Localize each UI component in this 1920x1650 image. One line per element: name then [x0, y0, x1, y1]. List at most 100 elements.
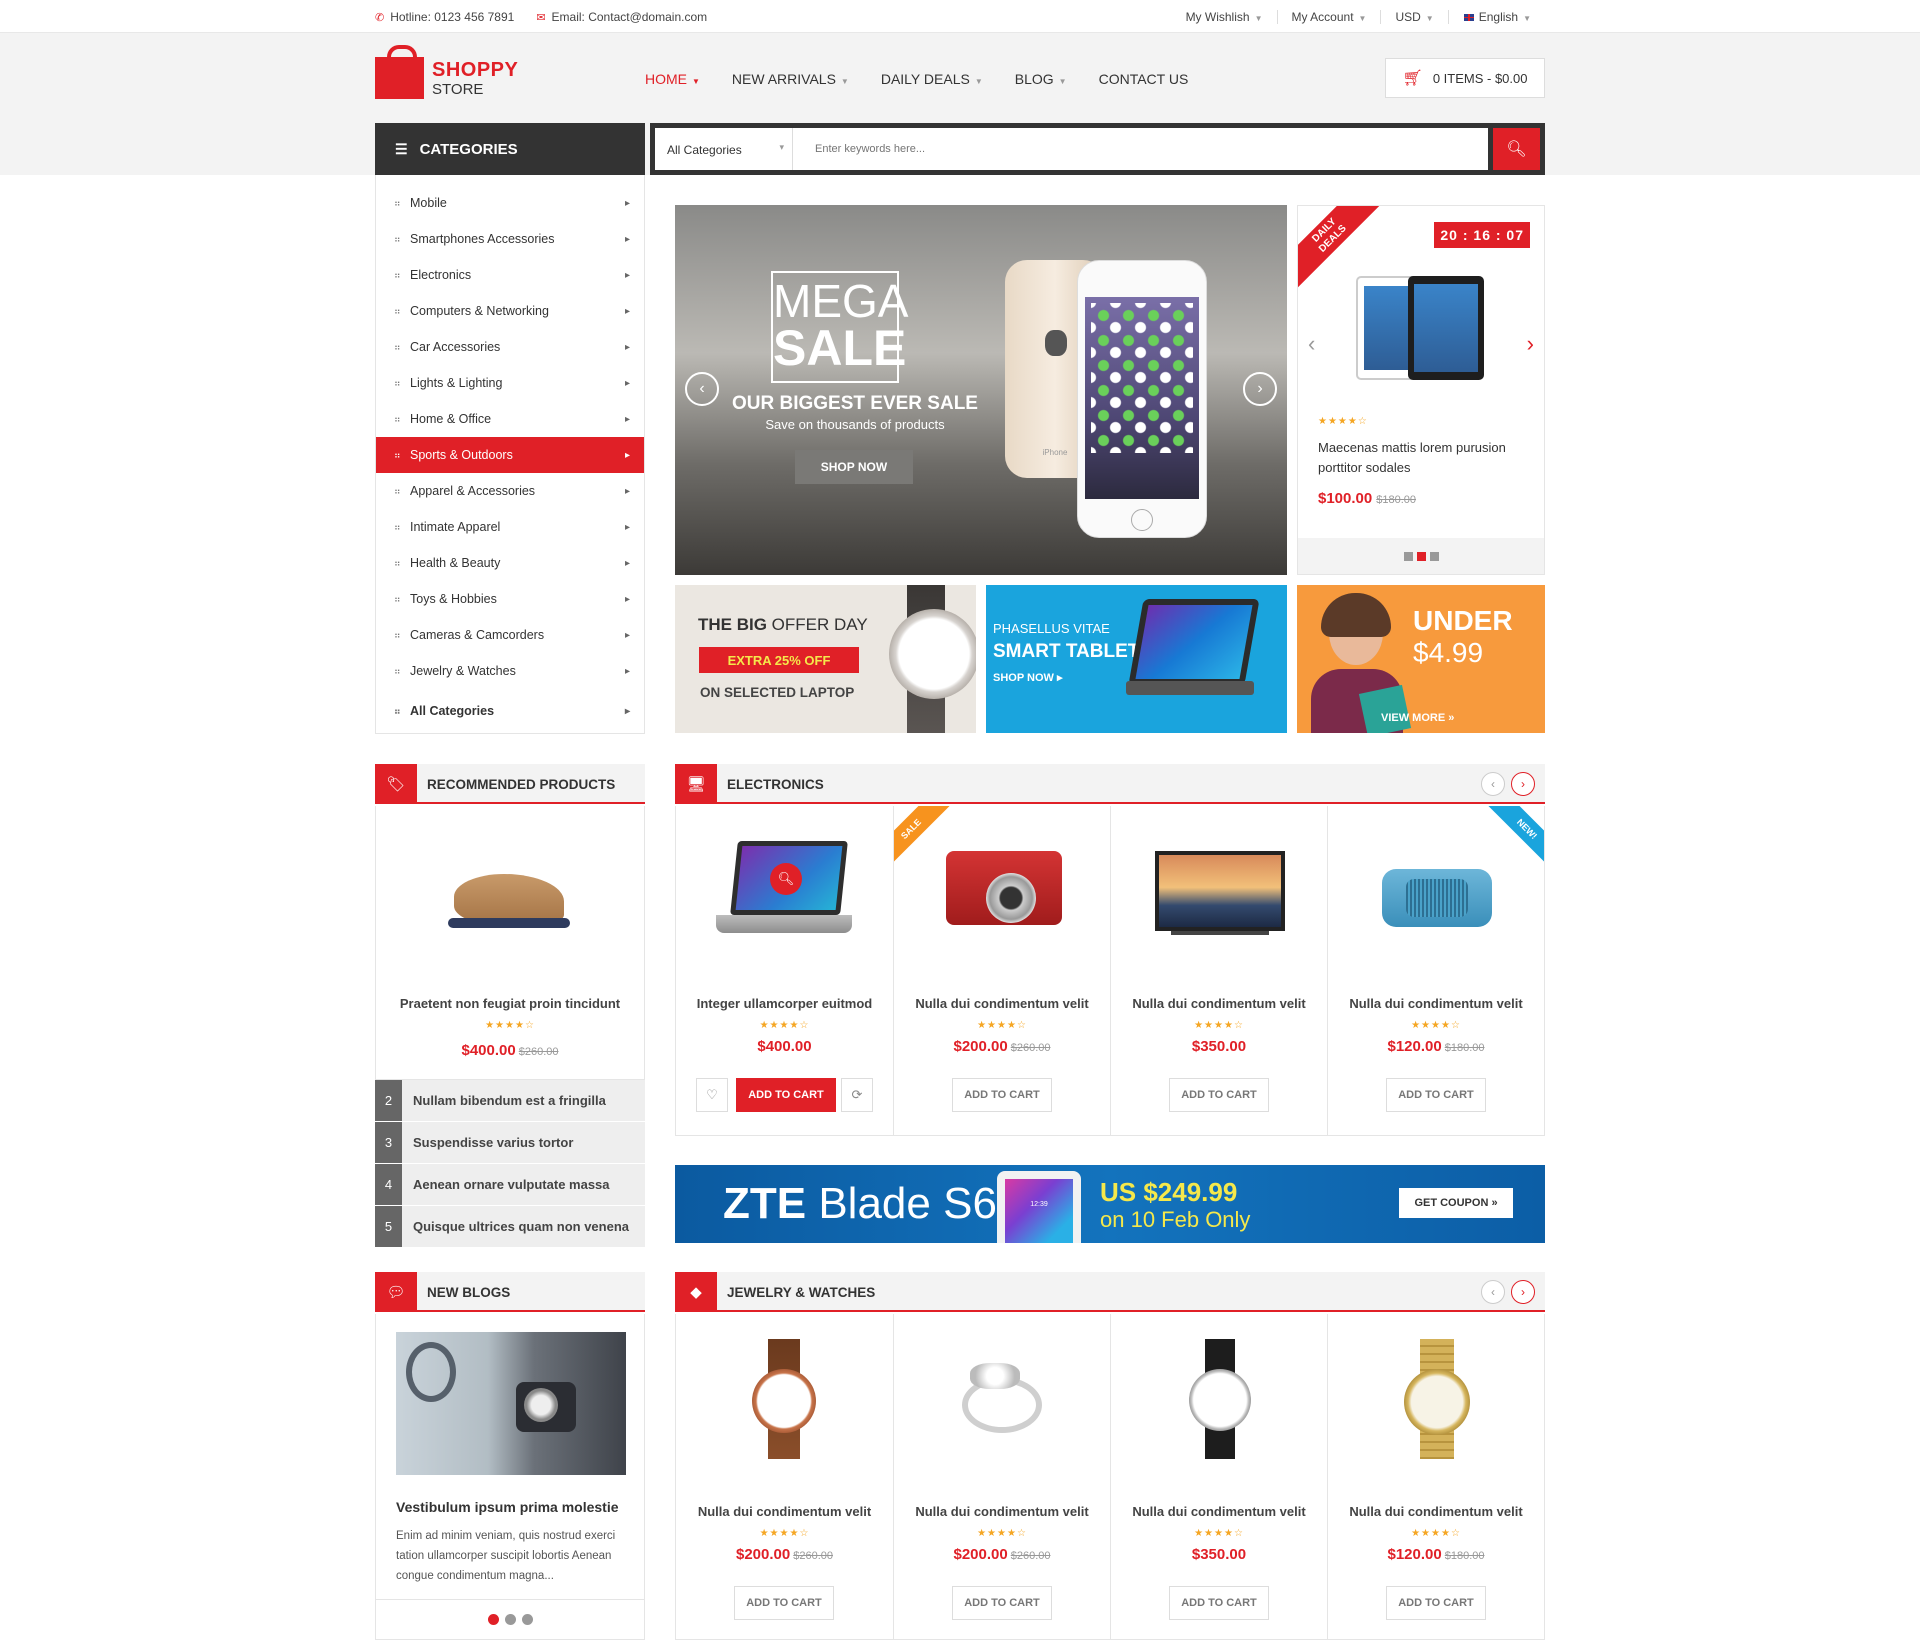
- email-contact[interactable]: ✉ Email: Contact@domain.com: [536, 10, 707, 24]
- rating-stars: ★★★★☆: [1318, 416, 1368, 427]
- account-dropdown[interactable]: My Account ▼: [1276, 10, 1381, 24]
- add-to-cart-button[interactable]: ADD TO CART: [1386, 1078, 1486, 1112]
- add-to-cart-button[interactable]: ADD TO CART: [1386, 1586, 1486, 1620]
- category-item-apparel-accessories[interactable]: Apparel & Accessories: [376, 473, 644, 509]
- categories-toggle[interactable]: ☰ CATEGORIES: [375, 123, 645, 182]
- deal-prev-button[interactable]: ‹: [1308, 331, 1315, 357]
- list-item[interactable]: 5 Quisque ultrices quam non venena: [375, 1206, 645, 1247]
- camera-image[interactable]: [934, 831, 1071, 951]
- search-button[interactable]: 🔍︎: [1493, 128, 1540, 170]
- electronics-prev-button[interactable]: ‹: [1481, 772, 1505, 796]
- product-name[interactable]: Praetent non feugiat proin tincidunt: [376, 996, 644, 1011]
- jewelry-next-button[interactable]: ›: [1511, 1280, 1535, 1304]
- list-item[interactable]: 4 Aenean ornare vulputate massa: [375, 1164, 645, 1205]
- product-price: $400.00: [757, 1038, 812, 1055]
- slider-next-button[interactable]: ›: [1243, 372, 1277, 406]
- category-item-electronics[interactable]: Electronics: [376, 257, 644, 293]
- list-item[interactable]: 2 Nullam bibendum est a fringilla: [375, 1080, 645, 1121]
- blog-post: Vestibulum ipsum prima molestie Enim ad …: [375, 1314, 645, 1640]
- laptop-image[interactable]: 🔍︎: [716, 831, 853, 951]
- tv-image[interactable]: [1151, 831, 1288, 951]
- watch-image[interactable]: [1368, 1339, 1505, 1459]
- blog-image[interactable]: [396, 1332, 626, 1475]
- product-name[interactable]: Nulla dui condimentum velit: [1111, 996, 1327, 1011]
- pager-dot-active[interactable]: [487, 1614, 499, 1625]
- product-name[interactable]: Nulla dui condimentum velit: [894, 1504, 1110, 1519]
- category-item-home-office[interactable]: Home & Office: [376, 401, 644, 437]
- category-item-smartphones-accessories[interactable]: Smartphones Accessories: [376, 221, 644, 257]
- category-item-computers-networking[interactable]: Computers & Networking: [376, 293, 644, 329]
- wishlist-button[interactable]: ♡: [696, 1078, 728, 1112]
- currency-dropdown[interactable]: USD ▼: [1380, 10, 1447, 24]
- view-more-link[interactable]: VIEW MORE »: [1381, 712, 1454, 724]
- product-card: Nulla dui condimentum velit ★★★★☆ $350.0…: [1110, 806, 1327, 1135]
- ring-image[interactable]: [934, 1339, 1071, 1459]
- product-name[interactable]: Nulla dui condimentum velit: [1328, 996, 1544, 1011]
- deal-next-button[interactable]: ›: [1527, 331, 1534, 357]
- pager-dot[interactable]: [521, 1614, 533, 1625]
- electronics-next-button[interactable]: ›: [1511, 772, 1535, 796]
- nav-home[interactable]: HOME ▼: [645, 71, 700, 87]
- compare-button[interactable]: ⟳: [841, 1078, 873, 1112]
- deal-product-name[interactable]: Maecenas mattis lorem purusion porttitor…: [1318, 438, 1528, 478]
- category-item-cameras-camcorders[interactable]: Cameras & Camcorders: [376, 617, 644, 653]
- category-item-health-beauty[interactable]: Health & Beauty: [376, 545, 644, 581]
- category-item-toys-hobbies[interactable]: Toys & Hobbies: [376, 581, 644, 617]
- product-name[interactable]: Nulla dui condimentum velit: [1328, 1504, 1544, 1519]
- rating-stars: ★★★★☆: [759, 1020, 810, 1031]
- category-item-jewelry-watches[interactable]: Jewelry & Watches: [376, 653, 644, 689]
- pager-dot[interactable]: [1429, 551, 1439, 561]
- add-to-cart-button[interactable]: ADD TO CART: [1169, 1078, 1269, 1112]
- pager-dot-active[interactable]: [1416, 551, 1426, 561]
- nav-contact-us[interactable]: CONTACT US: [1099, 71, 1189, 87]
- shop-now-button[interactable]: SHOP NOW: [795, 450, 913, 484]
- zte-promo-banner[interactable]: ZTE Blade S6 12:39 US $249.99 on 10 Feb …: [675, 1165, 1545, 1243]
- banner-smart-tablet[interactable]: PHASELLUS VITAE SMART TABLET SHOP NOW ▸: [986, 585, 1287, 733]
- product-name[interactable]: Nulla dui condimentum velit: [1111, 1504, 1327, 1519]
- tag-icon: 🏷︎: [375, 764, 417, 804]
- category-item-mobile[interactable]: Mobile: [376, 185, 644, 221]
- pager-dot[interactable]: [1403, 551, 1413, 561]
- shoe-image[interactable]: [444, 846, 570, 936]
- category-item-all[interactable]: All Categories: [376, 693, 644, 729]
- product-name[interactable]: Nulla dui condimentum velit: [676, 1504, 893, 1519]
- add-to-cart-button[interactable]: ADD TO CART: [952, 1078, 1052, 1112]
- watch-image[interactable]: [1151, 1339, 1288, 1459]
- product-name[interactable]: Integer ullamcorper euitmod: [676, 996, 893, 1011]
- refresh-icon: ⟳: [851, 1087, 863, 1102]
- category-item-sports-outdoors[interactable]: Sports & Outdoors: [376, 437, 644, 473]
- banner-under-price[interactable]: UNDER $4.99 VIEW MORE »: [1297, 585, 1545, 733]
- list-item[interactable]: 3 Suspendisse varius tortor: [375, 1122, 645, 1163]
- watch-image[interactable]: [716, 1339, 853, 1459]
- speaker-image[interactable]: [1368, 831, 1505, 951]
- quick-view-search-icon[interactable]: 🔍︎: [770, 863, 802, 895]
- cart-button[interactable]: 🛒︎ 0 ITEMS - $0.00: [1385, 58, 1545, 98]
- search-input[interactable]: [793, 128, 1488, 170]
- product-name[interactable]: Nulla dui condimentum velit: [894, 996, 1110, 1011]
- category-item-intimate-apparel[interactable]: Intimate Apparel: [376, 509, 644, 545]
- jewelry-prev-button[interactable]: ‹: [1481, 1280, 1505, 1304]
- blog-title[interactable]: Vestibulum ipsum prima molestie: [396, 1499, 619, 1515]
- nav-new-arrivals[interactable]: NEW ARRIVALS ▼: [732, 71, 849, 87]
- shop-now-link[interactable]: SHOP NOW ▸: [993, 671, 1063, 684]
- monitor-icon: 🖥︎: [675, 764, 717, 804]
- wishlist-dropdown[interactable]: My Wishlish ▼: [1172, 10, 1277, 24]
- recommended-header: 🏷︎ RECOMMENDED PRODUCTS: [375, 764, 645, 804]
- banner-big-offer-day[interactable]: THE BIG OFFER DAY EXTRA 25% OFF ON SELEC…: [675, 585, 976, 733]
- slider-prev-button[interactable]: ‹: [685, 372, 719, 406]
- get-coupon-button[interactable]: GET COUPON »: [1399, 1188, 1513, 1218]
- chat-icon: 💬︎: [375, 1272, 417, 1312]
- nav-daily-deals[interactable]: DAILY DEALS ▼: [881, 71, 983, 87]
- add-to-cart-button[interactable]: ADD TO CART: [736, 1078, 836, 1112]
- pager-dot[interactable]: [504, 1614, 516, 1625]
- add-to-cart-button[interactable]: ADD TO CART: [734, 1586, 834, 1620]
- category-item-lights-lighting[interactable]: Lights & Lighting: [376, 365, 644, 401]
- nav-blog[interactable]: BLOG ▼: [1015, 71, 1067, 87]
- search-category-select[interactable]: All Categories ▾: [655, 128, 793, 170]
- add-to-cart-button[interactable]: ADD TO CART: [1169, 1586, 1269, 1620]
- language-dropdown[interactable]: English ▼: [1447, 10, 1545, 24]
- category-item-car-accessories[interactable]: Car Accessories: [376, 329, 644, 365]
- category-list: Mobile Smartphones Accessories Electroni…: [375, 175, 645, 734]
- logo[interactable]: SHOPPY STORE: [375, 45, 525, 103]
- add-to-cart-button[interactable]: ADD TO CART: [952, 1586, 1052, 1620]
